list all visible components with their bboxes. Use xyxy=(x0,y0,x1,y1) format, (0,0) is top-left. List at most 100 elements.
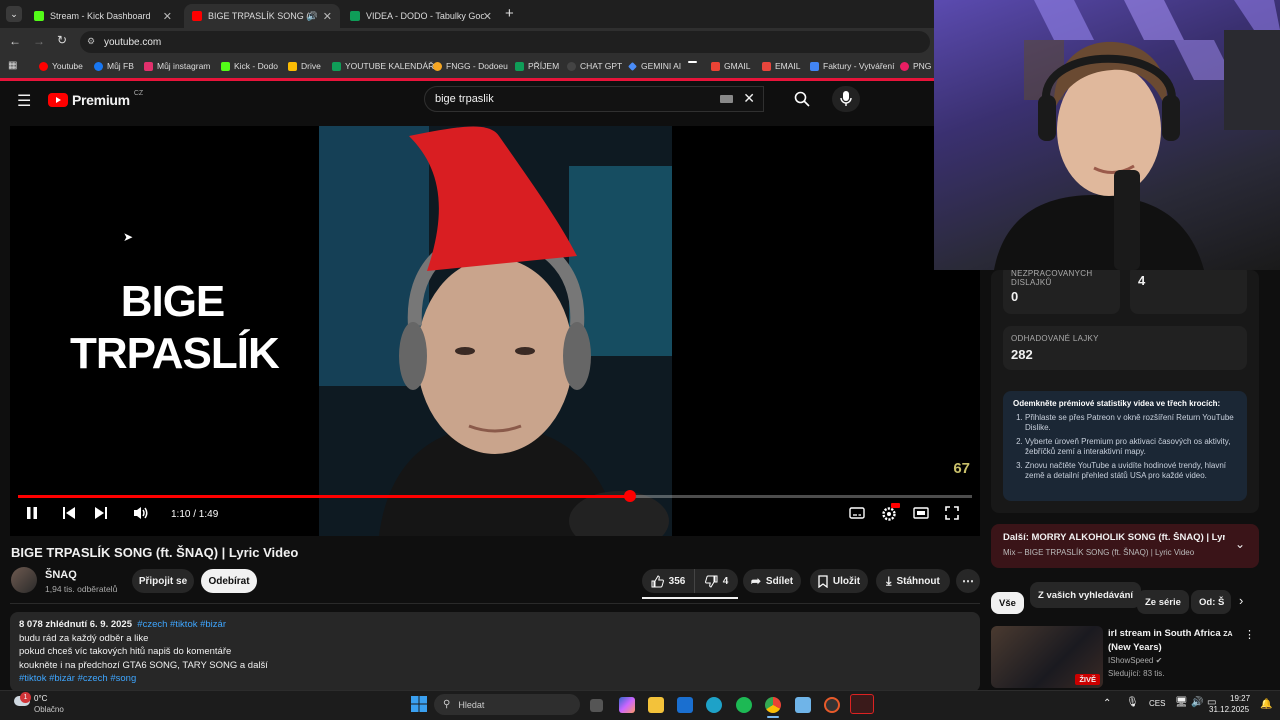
notification-bell-icon[interactable]: 🔔 xyxy=(1260,699,1272,710)
chevron-up-icon[interactable]: ⌃ xyxy=(1103,698,1111,709)
outlook-icon[interactable] xyxy=(677,697,693,713)
copilot-icon[interactable] xyxy=(619,697,635,713)
video-title: BIGE TRPASLÍK SONG (ft. ŠNAQ) | Lyric Vi… xyxy=(11,545,299,560)
bookmark-prijem[interactable]: PŘÍJEM xyxy=(515,61,559,71)
url-text: youtube.com xyxy=(104,36,162,48)
bookmark-png[interactable]: PNG xyxy=(900,61,931,71)
clock-date[interactable]: 31.12.2025 xyxy=(1209,705,1249,714)
tab-kick-dashboard[interactable]: Stream - Kick Dashboard ✕ xyxy=(26,4,180,28)
save-button[interactable]: Uložit xyxy=(810,569,868,593)
video-description[interactable]: 8 078 zhlédnutí 6. 9. 2025 #czech #tikto… xyxy=(10,612,980,692)
channel-avatar[interactable] xyxy=(11,567,37,593)
theater-mode-button[interactable] xyxy=(913,506,929,523)
close-tab-icon[interactable]: ✕ xyxy=(163,10,172,23)
bookmark-my-instagram[interactable]: Můj instagram xyxy=(144,61,210,71)
chevron-right-icon[interactable]: › xyxy=(1239,593,1243,608)
next-button[interactable] xyxy=(94,506,108,523)
more-vertical-icon[interactable]: ⋮ xyxy=(1244,628,1255,641)
bookmark-fngg[interactable]: FNGG - Dodoeu xyxy=(433,61,508,71)
microphone-tray-icon[interactable]: 🎙 xyxy=(1126,697,1139,708)
search-button[interactable] xyxy=(784,86,820,112)
bookmark-youtube[interactable]: Youtube xyxy=(39,61,83,71)
description-bottom-tags[interactable]: #tiktok #bizár #czech #song xyxy=(19,672,971,686)
youtube-premium-logo[interactable]: Premium CZ xyxy=(48,90,143,108)
tab-youtube-video[interactable]: BIGE TRPASLÍK SONG (ft. Š 🔊 ✕ xyxy=(184,4,340,28)
language-indicator[interactable]: CES xyxy=(1149,699,1165,708)
volume-tray-icon[interactable]: 🔊 xyxy=(1191,697,1203,708)
bookmark-gmail[interactable]: GMAIL xyxy=(711,61,750,71)
weather-desc: Oblačno xyxy=(34,705,64,714)
bookmark-email[interactable]: EMAIL xyxy=(762,61,801,71)
close-tab-icon[interactable]: ✕ xyxy=(483,10,492,23)
keyboard-icon[interactable] xyxy=(720,95,733,103)
new-tab-button[interactable]: + xyxy=(505,5,514,22)
bookmark-gemini[interactable]: GEMINI AI xyxy=(628,61,681,71)
streaming-app-icon[interactable] xyxy=(850,694,874,714)
channel-name[interactable]: ŠNAQ xyxy=(45,569,77,581)
address-bar[interactable]: ⚙ youtube.com xyxy=(80,31,930,53)
bookmark-my-fb[interactable]: Můj FB xyxy=(94,61,134,71)
clock-time[interactable]: 19:27 xyxy=(1230,694,1250,703)
start-button[interactable] xyxy=(411,696,427,712)
audio-playing-icon[interactable]: 🔊 xyxy=(307,11,318,22)
chip-all[interactable]: Vše xyxy=(991,592,1024,614)
task-view-icon[interactable] xyxy=(590,699,603,712)
network-icon[interactable]: 🖥 xyxy=(1175,697,1188,708)
chip-from-searches[interactable]: Z vašich vyhledávání xyxy=(1030,582,1142,608)
tab-title: VIDEA - DODO - Tabulky Goog xyxy=(366,11,484,21)
email-icon xyxy=(762,61,771,71)
recommended-video[interactable]: ŽIVĚ irl stream in South Africa ZA (New … xyxy=(991,626,1259,688)
chip-from-series[interactable]: Ze série xyxy=(1137,590,1189,614)
chip-from-channel[interactable]: Od: Š xyxy=(1191,590,1231,614)
voice-search-button[interactable] xyxy=(832,86,860,112)
bookmark-kick-dodo[interactable]: Kick - Dodo xyxy=(221,61,278,71)
chevron-down-icon[interactable]: ⌄ xyxy=(1235,537,1245,551)
tab-google-sheets[interactable]: VIDEA - DODO - Tabulky Goog ✕ xyxy=(342,4,500,28)
menu-hamburger-icon[interactable]: ☰ xyxy=(17,91,31,111)
like-button[interactable]: 356 xyxy=(642,569,694,593)
description-top-tags[interactable]: #czech #tiktok #bizár xyxy=(137,619,226,630)
pause-button[interactable] xyxy=(26,506,38,523)
file-explorer-icon[interactable] xyxy=(648,697,664,713)
edge-icon[interactable] xyxy=(706,697,722,713)
weather-widget[interactable]: 1 0°C Oblačno xyxy=(10,692,80,718)
volume-button[interactable] xyxy=(133,506,149,523)
forward-arrow-icon[interactable]: → xyxy=(33,34,45,48)
bookmark-faktury[interactable]: Faktury - Vytváření xyxy=(810,61,894,71)
chrome-icon[interactable] xyxy=(765,697,781,713)
settings-button[interactable] xyxy=(881,503,900,525)
bookmark-youtube-calendar[interactable]: YOUTUBE KALENDÁŘ xyxy=(332,61,434,71)
bookmark-dash[interactable] xyxy=(688,61,697,63)
video-frame xyxy=(319,126,672,536)
subscribe-button[interactable]: Odebírat xyxy=(201,569,257,593)
more-actions-button[interactable]: ⋯ xyxy=(956,569,980,593)
close-tab-icon[interactable]: ✕ xyxy=(323,10,332,23)
bookmark-drive[interactable]: Drive xyxy=(288,61,321,71)
obs-icon[interactable] xyxy=(824,697,840,713)
join-button[interactable]: Připojit se xyxy=(132,569,194,593)
back-arrow-icon[interactable]: ← xyxy=(9,34,21,48)
progress-bar[interactable] xyxy=(18,490,972,502)
search-input[interactable]: bige trpaslik ✕ xyxy=(424,86,764,112)
youtube-logo-icon xyxy=(48,93,68,107)
subtitles-button[interactable] xyxy=(849,506,865,523)
video-player[interactable]: BIGE TRPASLÍK 67 ➤ 1:10 / 1:49 xyxy=(10,126,980,536)
tab-list-button[interactable]: ⌄ xyxy=(6,6,22,22)
site-info-icon[interactable]: ⚙ xyxy=(87,36,95,47)
download-button[interactable]: ⤓ Stáhnout xyxy=(876,569,950,593)
clear-search-icon[interactable]: ✕ xyxy=(743,90,755,107)
bookmark-chat-gpt[interactable]: CHAT GPT xyxy=(567,61,622,71)
dislike-button[interactable]: 4 xyxy=(694,569,738,593)
spotify-icon[interactable] xyxy=(736,697,752,713)
reload-icon[interactable]: ↻ xyxy=(57,33,67,47)
windows-logo-icon xyxy=(411,696,427,712)
fullscreen-button[interactable] xyxy=(945,506,959,523)
share-button[interactable]: ➦ Sdílet xyxy=(743,569,801,593)
taskbar-search[interactable]: ⚲ Hledat xyxy=(434,694,580,715)
premium-stats-promo[interactable]: Odemkněte prémiové statistiky videa ve t… xyxy=(1003,391,1247,501)
up-next-mix[interactable]: Další: MORRY ALKOHOLIK SONG (ft. ŠNAQ) |… xyxy=(991,524,1259,568)
person-with-red-hat-image xyxy=(319,126,672,536)
apps-grid-icon[interactable]: ▦ xyxy=(8,60,17,71)
notepad-icon[interactable] xyxy=(795,697,811,713)
previous-button[interactable] xyxy=(62,506,76,523)
